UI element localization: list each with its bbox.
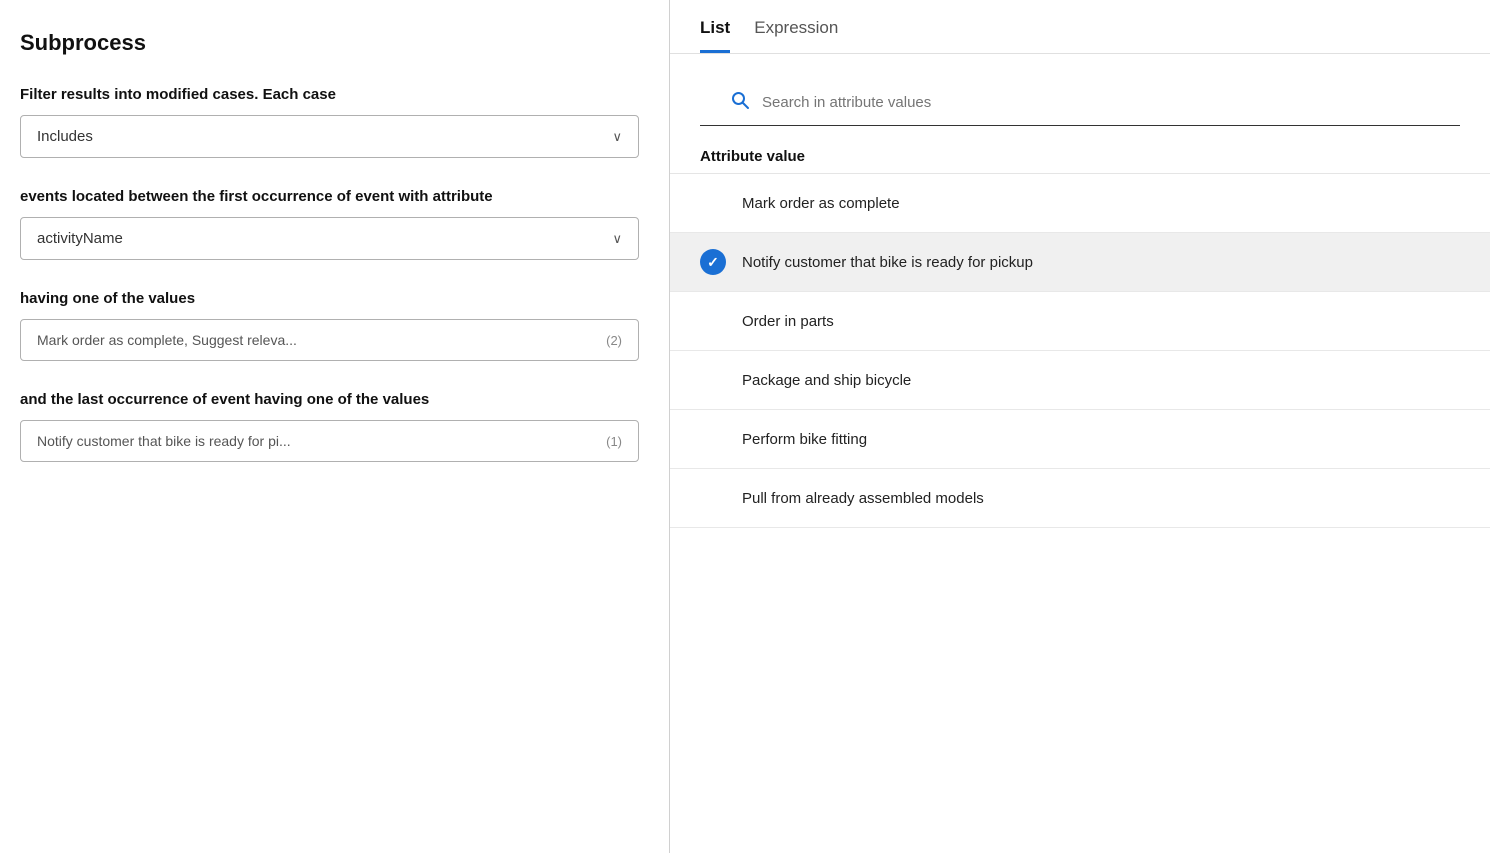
chevron-down-icon: ∨: [612, 129, 622, 145]
search-input[interactable]: [762, 94, 1430, 111]
tab-list[interactable]: List: [700, 18, 730, 53]
chevron-down-icon: ∨: [612, 231, 622, 247]
having-value-text: Mark order as complete, Suggest releva..…: [37, 332, 297, 348]
list-item[interactable]: Notify customer that bike is ready for p…: [670, 233, 1490, 292]
having-count-badge: (2): [606, 333, 622, 348]
last-value-text: Notify customer that bike is ready for p…: [37, 433, 291, 449]
unselected-icon: [700, 426, 726, 452]
list-item[interactable]: Mark order as complete: [670, 174, 1490, 233]
search-bar: [700, 70, 1460, 126]
list-item[interactable]: Order in parts: [670, 292, 1490, 351]
list-item[interactable]: Perform bike fitting: [670, 410, 1490, 469]
having-section: having one of the values Mark order as c…: [20, 288, 639, 361]
having-value-box[interactable]: Mark order as complete, Suggest releva..…: [20, 319, 639, 361]
last-value-box[interactable]: Notify customer that bike is ready for p…: [20, 420, 639, 462]
list-item-label: Order in parts: [742, 313, 834, 330]
tab-expression[interactable]: Expression: [754, 18, 838, 53]
attribute-dropdown-value: activityName: [37, 230, 123, 247]
list-item-label: Notify customer that bike is ready for p…: [742, 254, 1033, 271]
list-item[interactable]: Package and ship bicycle: [670, 351, 1490, 410]
list-item-label: Pull from already assembled models: [742, 490, 984, 507]
last-occurrence-section: and the last occurrence of event having …: [20, 389, 639, 462]
search-icon: [730, 90, 750, 115]
filter-dropdown-value: Includes: [37, 128, 93, 145]
unselected-icon: [700, 367, 726, 393]
filter-section: Filter results into modified cases. Each…: [20, 84, 639, 158]
filter-dropdown[interactable]: Includes ∨: [20, 115, 639, 158]
list-header: Attribute value: [670, 136, 1490, 174]
list-item-label: Mark order as complete: [742, 195, 900, 212]
having-label: having one of the values: [20, 288, 639, 309]
left-panel: Subprocess Filter results into modified …: [0, 0, 670, 853]
last-occurrence-label: and the last occurrence of event having …: [20, 389, 639, 410]
attribute-list: Attribute value Mark order as complete N…: [670, 126, 1490, 853]
list-item[interactable]: Pull from already assembled models: [670, 469, 1490, 528]
unselected-icon: [700, 308, 726, 334]
tabs-header: List Expression: [670, 0, 1490, 54]
list-item-label: Perform bike fitting: [742, 431, 867, 448]
last-count-badge: (1): [606, 434, 622, 449]
panel-title: Subprocess: [20, 30, 639, 56]
check-icon: [700, 249, 726, 275]
events-section: events located between the first occurre…: [20, 186, 639, 260]
filter-label: Filter results into modified cases. Each…: [20, 84, 639, 105]
list-item-label: Package and ship bicycle: [742, 372, 911, 389]
events-label: events located between the first occurre…: [20, 186, 639, 207]
right-panel: List Expression Attribute value Mark ord…: [670, 0, 1490, 853]
attribute-dropdown[interactable]: activityName ∨: [20, 217, 639, 260]
unselected-icon: [700, 485, 726, 511]
unselected-icon: [700, 190, 726, 216]
